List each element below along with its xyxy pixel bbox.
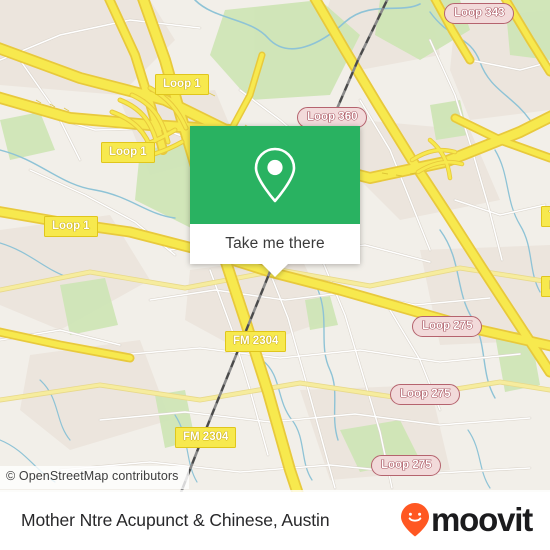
place-popup-card[interactable]: Take me there bbox=[190, 126, 360, 277]
take-me-there-button[interactable]: Take me there bbox=[190, 224, 360, 277]
moovit-logo[interactable]: moovit bbox=[400, 501, 533, 538]
road-shield-loop-1-left[interactable]: Loop 1 bbox=[44, 216, 98, 237]
place-title: Mother Ntre Acupunct & Chinese, Austin bbox=[21, 509, 330, 530]
moovit-wordmark: moovit bbox=[431, 501, 533, 538]
road-shield-loop-343[interactable]: Loop 343 bbox=[444, 3, 515, 24]
road-shield-fm-2304-lower[interactable]: FM 2304 bbox=[175, 427, 237, 448]
road-shield-loop-360[interactable]: Loop 360 bbox=[297, 107, 368, 128]
popup-tail-pointer bbox=[262, 264, 288, 277]
road-shield-loop-275-upper[interactable]: Loop 275 bbox=[412, 316, 483, 337]
take-me-there-label: Take me there bbox=[225, 235, 325, 252]
road-shield-clipped-right-upper[interactable]: T bbox=[541, 206, 550, 227]
road-shield-loop-275-mid[interactable]: Loop 275 bbox=[390, 384, 461, 405]
road-shield-clipped-right-lower[interactable]: I bbox=[541, 276, 550, 297]
footer-map-watermark bbox=[0, 490, 550, 492]
map-attribution[interactable]: © OpenStreetMap contributors bbox=[0, 466, 189, 489]
moovit-place-map-screenshot: Loop 1 Loop 360 Loop 343 Loop 1 Loop 1 F… bbox=[0, 0, 550, 550]
moovit-smiley-pin-icon bbox=[401, 503, 430, 537]
road-shield-loop-275-lower[interactable]: Loop 275 bbox=[371, 455, 442, 476]
road-shield-loop-1-top[interactable]: Loop 1 bbox=[155, 74, 209, 95]
road-shield-loop-1-mid[interactable]: Loop 1 bbox=[101, 142, 155, 163]
road-shield-fm-2304-upper[interactable]: FM 2304 bbox=[225, 331, 287, 352]
map-pin-icon bbox=[254, 147, 296, 203]
popup-marker-panel bbox=[190, 126, 360, 224]
map-canvas[interactable]: Loop 1 Loop 360 Loop 343 Loop 1 Loop 1 F… bbox=[0, 0, 550, 492]
attribution-text: © OpenStreetMap contributors bbox=[6, 469, 179, 483]
footer-bar: Mother Ntre Acupunct & Chinese, Austin m… bbox=[0, 490, 550, 550]
